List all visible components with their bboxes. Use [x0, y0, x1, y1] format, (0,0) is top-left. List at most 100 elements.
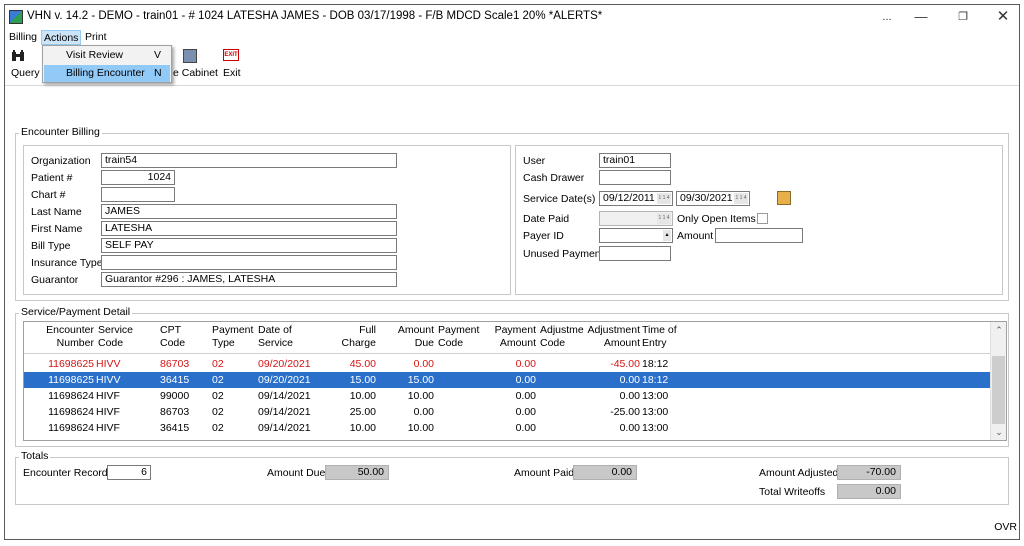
first-name-label: First Name — [31, 223, 83, 235]
chart-number-label: Chart # — [31, 189, 66, 201]
chevron-up-icon[interactable]: ⌃ — [991, 322, 1006, 338]
table-row[interactable]: 11698624 HIVF 36415 02 09/14/2021 10.00 … — [24, 420, 990, 436]
column-header[interactable]: CPT Code — [160, 324, 185, 350]
cell-service-code: HIVV — [96, 358, 121, 370]
guarantor-field[interactable]: Guarantor #296 : JAMES, LATESHA — [101, 272, 397, 287]
service-date-from-field[interactable]: 09/12/2011 1 1 4 — [599, 191, 673, 206]
date-picker-button[interactable]: 1 1 4 — [734, 193, 748, 204]
amount-due-label: Amount Due — [267, 467, 326, 479]
restore-button[interactable]: ❐ — [945, 7, 981, 27]
first-name-field[interactable]: LATESHA — [101, 221, 397, 236]
cell-date: 09/14/2021 — [258, 422, 311, 434]
cell-payment-type: 02 — [212, 422, 224, 434]
encounter-billing-title: Encounter Billing — [19, 126, 102, 138]
grid-header: Encounter Number Service Code CPT Code P… — [24, 322, 990, 354]
organization-field[interactable]: train54 — [101, 153, 397, 168]
date-picker-button[interactable]: 1 1 4 — [657, 193, 671, 204]
cell-date: 09/20/2021 — [258, 358, 311, 370]
cell-cpt: 86703 — [160, 406, 190, 418]
scrollbar-thumb[interactable] — [992, 356, 1005, 424]
menu-item-label: Visit Review — [66, 49, 123, 61]
total-writeoffs-label: Total Writeoffs — [759, 486, 826, 498]
amount-field[interactable] — [715, 228, 803, 243]
cell-payment-type: 02 — [212, 358, 224, 370]
menu-item-shortcut: N — [154, 67, 162, 79]
calendar-icon[interactable] — [777, 191, 791, 205]
menu-billing[interactable]: Billing — [7, 30, 39, 45]
date-paid-field[interactable]: 1 1 4 — [599, 211, 673, 226]
service-payment-grid[interactable]: Encounter Number Service Code CPT Code P… — [23, 321, 1007, 441]
chevron-down-icon[interactable]: ⌄ — [991, 424, 1006, 440]
close-button[interactable]: ✕ — [985, 7, 1019, 27]
cash-drawer-field[interactable] — [599, 170, 671, 185]
menu-actions[interactable]: Actions — [41, 30, 82, 45]
table-row[interactable]: 11698624 HIVF 99000 02 09/14/2021 10.00 … — [24, 388, 990, 404]
cell-service-code: HIVF — [96, 406, 120, 418]
cell-due: 0.00 — [413, 358, 434, 370]
totals-title: Totals — [19, 450, 51, 462]
service-date-to-field[interactable]: 09/30/2021 1 1 4 — [676, 191, 750, 206]
amount-label: Amount — [677, 230, 714, 242]
table-row-selected[interactable]: 11698625 HIVV 36415 02 09/20/2021 15.00 … — [24, 372, 990, 388]
cell-payment-amount: 0.00 — [515, 406, 536, 418]
column-header[interactable]: Payment Type — [212, 324, 253, 350]
patient-number-field[interactable]: 1024 — [101, 170, 175, 185]
minimize-button[interactable]: — — [903, 7, 939, 27]
service-date-from-value: 09/12/2011 — [603, 192, 655, 204]
date-paid-label: Date Paid — [523, 213, 570, 225]
cell-charge: 25.00 — [349, 406, 376, 418]
menu-item-label: Billing Encounter — [66, 67, 145, 79]
chart-number-field[interactable] — [101, 187, 175, 202]
payer-id-field[interactable]: ▴ — [599, 228, 673, 243]
column-header[interactable]: Date of Service — [258, 324, 293, 350]
cell-cpt: 99000 — [160, 390, 190, 402]
unused-payment-field[interactable] — [599, 246, 671, 261]
menu-item-billing-encounter[interactable]: Billing Encounter N — [44, 65, 170, 82]
column-header[interactable]: Full Charge — [338, 324, 376, 350]
amount-paid-value: 0.00 — [573, 465, 637, 480]
menu-item-visit-review[interactable]: Visit Review V — [44, 47, 170, 64]
cell-due: 10.00 — [407, 390, 434, 402]
column-header[interactable]: Time of Entry — [642, 324, 677, 350]
column-header[interactable]: Payment Amount — [490, 324, 536, 350]
service-date-to-value: 09/30/2021 — [680, 192, 733, 204]
menu-print[interactable]: Print — [83, 30, 109, 45]
only-open-items-label: Only Open Items — [677, 213, 756, 225]
user-field[interactable]: train01 — [599, 153, 671, 168]
cell-cpt: 36415 — [160, 422, 190, 434]
vertical-scrollbar[interactable]: ⌃ ⌄ — [990, 322, 1006, 440]
cell-encounter: 11698624 — [48, 406, 94, 418]
cell-encounter: 11698624 — [48, 422, 94, 434]
cell-time: 13:00 — [642, 390, 669, 402]
file-cabinet-label: e Cabinet — [173, 67, 218, 79]
cell-due: 15.00 — [407, 374, 434, 386]
last-name-field[interactable]: JAMES — [101, 204, 397, 219]
cell-payment-amount: 0.00 — [515, 422, 536, 434]
last-name-label: Last Name — [31, 206, 82, 218]
service-payment-detail-title: Service/Payment Detail — [19, 306, 133, 318]
column-header[interactable]: Service Code — [98, 324, 133, 350]
column-header[interactable]: Payment Code — [438, 324, 479, 350]
table-row[interactable]: 11698625 HIVV 86703 02 09/20/2021 45.00 … — [24, 356, 990, 372]
user-label: User — [523, 155, 546, 167]
cell-payment-type: 02 — [212, 390, 224, 402]
column-header[interactable]: Adjustme Code — [540, 324, 586, 350]
column-header[interactable]: Encounter Number — [40, 324, 94, 350]
cash-drawer-label: Cash Drawer — [523, 172, 585, 184]
cell-payment-type: 02 — [212, 406, 224, 418]
only-open-items-checkbox[interactable] — [757, 213, 768, 224]
cell-charge: 10.00 — [349, 422, 376, 434]
date-picker-button[interactable]: 1 1 4 — [657, 213, 671, 224]
column-header[interactable]: Amount Due — [390, 324, 434, 350]
cell-service-code: HIVF — [96, 390, 120, 402]
bill-type-field[interactable]: SELF PAY — [101, 238, 397, 253]
more-icon[interactable]: ... — [869, 7, 905, 27]
cell-due: 10.00 — [407, 422, 434, 434]
column-header[interactable]: Adjustment Amount — [584, 324, 640, 350]
amount-due-value: 50.00 — [325, 465, 389, 480]
unused-payment-label: Unused Payment — [523, 248, 604, 260]
table-row[interactable]: 11698624 HIVF 86703 02 09/14/2021 25.00 … — [24, 404, 990, 420]
cell-service-code: HIVV — [96, 374, 121, 386]
payer-id-spinner[interactable]: ▴ — [663, 230, 671, 241]
insurance-type-field[interactable] — [101, 255, 397, 270]
